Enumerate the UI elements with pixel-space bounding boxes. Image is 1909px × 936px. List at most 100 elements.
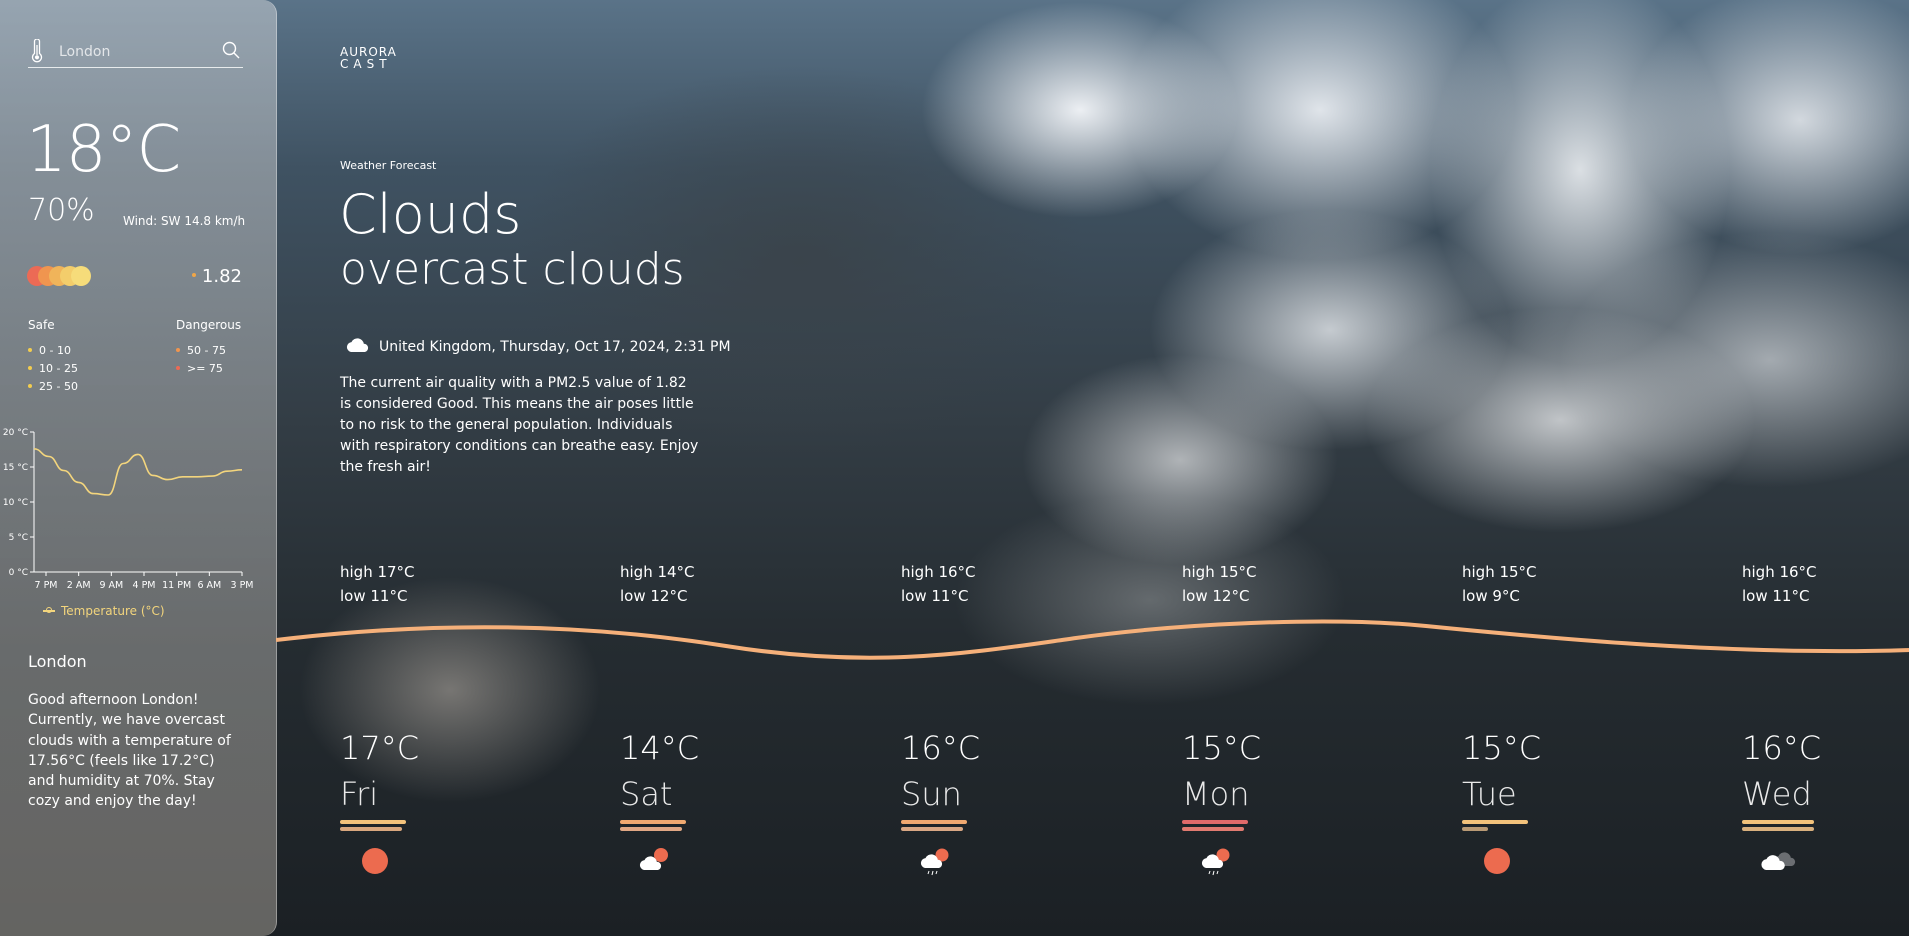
- forecast-high-low: high 16°C low 11°C: [901, 560, 976, 608]
- sidebar: 18°C 70% Wind: SW 14.8 km/h 1.82 Safe 0 …: [0, 0, 277, 936]
- forecast-day-card[interactable]: 17°C Fri: [340, 728, 450, 876]
- forecast-day-card[interactable]: 16°C Wed: [1742, 728, 1852, 876]
- x-tick-label: 9 AM: [99, 580, 123, 591]
- page-title: Clouds: [339, 183, 522, 246]
- forecast-high: high 17°C: [340, 563, 415, 581]
- chart-legend: Temperature (°C): [43, 604, 165, 618]
- legend-item: 0 - 10: [28, 341, 78, 359]
- legend-dangerous: Dangerous 50 - 75 >= 75: [176, 318, 241, 377]
- range-bar-low: [1742, 827, 1814, 831]
- legend-dangerous-heading: Dangerous: [176, 318, 242, 332]
- forecast-temperature: 14°C: [620, 729, 700, 767]
- air-quality-value: 1.82: [191, 266, 242, 287]
- y-tick-label: 0 °C: [9, 568, 28, 578]
- forecast-day-name: Sat: [620, 775, 673, 813]
- temperature-wave: [276, 619, 1909, 660]
- forecast-temperature: 16°C: [901, 729, 981, 767]
- forecast-day-card[interactable]: 15°C Mon: [1182, 728, 1292, 876]
- range-bar-low: [1182, 827, 1244, 831]
- forecast-day-card[interactable]: 16°C Sun: [901, 728, 1011, 876]
- legend-item: >= 75: [176, 359, 241, 377]
- section-kicker: Weather Forecast: [340, 159, 437, 172]
- city-name: London: [28, 652, 87, 671]
- legend-label: >= 75: [187, 361, 223, 375]
- current-humidity: 70%: [28, 193, 95, 228]
- forecast-temperature: 16°C: [1742, 729, 1822, 767]
- bullet-icon: [176, 366, 180, 370]
- forecast-temperature: 15°C: [1462, 729, 1542, 767]
- sun-icon: [1482, 846, 1592, 876]
- range-bar-low: [620, 827, 682, 831]
- search-icon[interactable]: [221, 40, 241, 64]
- range-bar-high: [1462, 820, 1528, 824]
- y-tick-label: 20 °C: [3, 428, 28, 438]
- forecast-high: high 14°C: [620, 563, 695, 581]
- air-quality-description: The current air quality with a PM2.5 val…: [340, 375, 699, 475]
- legend-label: 50 - 75: [187, 343, 226, 357]
- range-bar-high: [901, 820, 967, 824]
- x-tick-label: 2 AM: [67, 580, 91, 591]
- forecast-range-bars: [620, 820, 730, 832]
- forecast-low: low 11°C: [340, 587, 408, 605]
- legend-item: 50 - 75: [176, 341, 241, 359]
- x-tick-label: 7 PM: [35, 580, 58, 591]
- range-bar-low: [901, 827, 963, 831]
- forecast-range-bars: [1462, 820, 1572, 832]
- forecast-day-card[interactable]: 14°C Sat: [620, 728, 730, 876]
- sun-icon: [360, 846, 470, 876]
- legend-item: 10 - 25: [28, 359, 78, 377]
- range-bar-low: [340, 827, 402, 831]
- aq-value-text: 1.82: [201, 266, 242, 287]
- legend-label: 10 - 25: [39, 361, 78, 375]
- forecast-low: low 12°C: [620, 587, 688, 605]
- x-tick-label: 3 PM: [231, 580, 254, 591]
- forecast-high-low: high 14°C low 12°C: [620, 560, 695, 608]
- rain-icon: [1200, 846, 1310, 876]
- forecast-range-bars: [1182, 820, 1292, 832]
- range-bar-high: [1182, 820, 1248, 824]
- chart-axes: [33, 432, 242, 573]
- chart-legend-label: Temperature (°C): [61, 604, 165, 618]
- x-tick-label: 6 AM: [197, 580, 221, 591]
- forecast-range-bars: [340, 820, 450, 832]
- forecast-temperature: 15°C: [1182, 729, 1262, 767]
- forecast-day-name: Fri: [340, 775, 379, 813]
- cloud-icon: [345, 336, 371, 358]
- brand-logo: AURORA CAST: [340, 46, 397, 70]
- forecast-low: low 9°C: [1462, 587, 1520, 605]
- partly-cloudy-icon: [638, 846, 748, 876]
- search-input[interactable]: [57, 40, 211, 64]
- legend-safe: Safe 0 - 10 10 - 25 25 - 50: [28, 318, 78, 395]
- y-tick-label: 5 °C: [9, 533, 28, 543]
- x-tick-label: 11 PM: [162, 580, 191, 591]
- forecast-day-name: Tue: [1462, 775, 1517, 813]
- temperature-chart: 0 °C 5 °C 10 °C 15 °C 20 °C 7 PM 2 AM 9 AM 4 PM 1…: [3, 428, 254, 591]
- forecast-range-bars: [901, 820, 1011, 832]
- legend-line-icon: [43, 607, 55, 613]
- rain-icon: [919, 846, 1029, 876]
- bullet-icon: [176, 348, 180, 352]
- legend-safe-heading: Safe: [28, 318, 55, 332]
- range-bar-high: [620, 820, 686, 824]
- forecast-high-low: high 16°C low 11°C: [1742, 560, 1817, 608]
- range-bar-low: [1462, 827, 1488, 831]
- forecast-high-low: high 15°C low 12°C: [1182, 560, 1257, 608]
- y-tick-label: 15 °C: [3, 463, 28, 473]
- x-tick-label: 4 PM: [133, 580, 156, 591]
- forecast-high-low: high 17°C low 11°C: [340, 560, 415, 608]
- forecast-high-low: high 15°C low 9°C: [1462, 560, 1537, 608]
- air-quality-scale: [27, 266, 107, 286]
- forecast-low: low 11°C: [1742, 587, 1810, 605]
- thermometer-icon: [30, 38, 44, 67]
- forecast-high: high 16°C: [1742, 563, 1817, 581]
- bullet-icon: [28, 366, 32, 370]
- forecast-range-bars: [1742, 820, 1852, 832]
- forecast-high: high 15°C: [1462, 563, 1537, 581]
- aq-dot: [71, 266, 91, 286]
- forecast-day-name: Sun: [901, 775, 962, 813]
- brand-line-2: CAST: [340, 57, 392, 71]
- forecast-day-card[interactable]: 15°C Tue: [1462, 728, 1572, 876]
- location-text: United Kingdom, Thursday, Oct 17, 2024, …: [379, 339, 731, 355]
- legend-label: 0 - 10: [39, 343, 71, 357]
- wind-info: Wind: SW 14.8 km/h: [123, 214, 246, 228]
